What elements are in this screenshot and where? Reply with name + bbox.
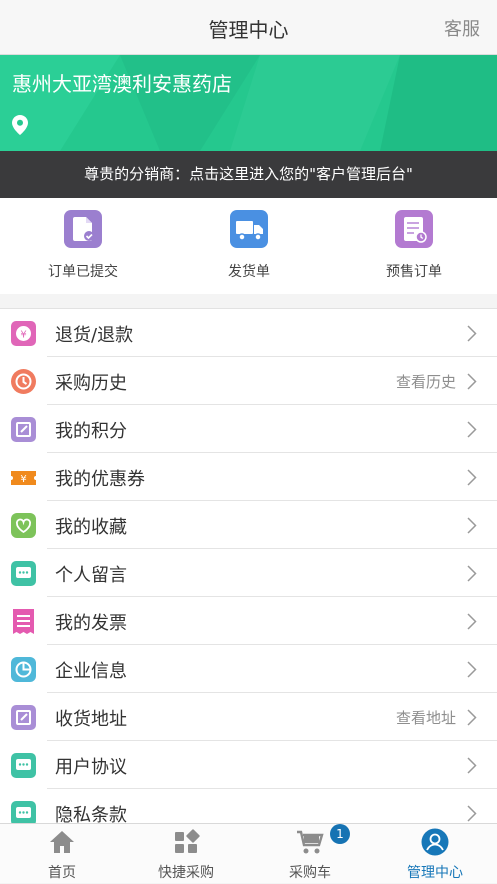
chevron-right-icon [467, 421, 477, 438]
presale-order-label: 预售订单 [386, 264, 442, 280]
menu-item-company-info[interactable]: 企业信息 [0, 645, 497, 693]
tab-label: 首页 [48, 865, 76, 881]
menu-item-coupons[interactable]: ¥ 我的优惠券 [0, 453, 497, 501]
home-icon [50, 831, 74, 853]
location-pin-icon [12, 115, 28, 135]
page-title: 管理中心 [208, 18, 289, 42]
menu-label: 我的发票 [55, 613, 127, 634]
heart-icon [11, 513, 36, 538]
cart-icon [297, 830, 324, 854]
account-menu-list: ¥ 退货/退款 采购历史 查看历史 我的积分 ¥ 我的优惠券 我的收藏 个人留言… [0, 308, 497, 837]
user-circle-icon [421, 828, 449, 856]
delivery-note-label: 发货单 [228, 264, 270, 280]
menu-item-shipping-address[interactable]: 收货地址 查看地址 [0, 693, 497, 741]
menu-item-messages[interactable]: 个人留言 [0, 549, 497, 597]
menu-label: 我的收藏 [55, 517, 127, 538]
chevron-right-icon [467, 325, 477, 342]
pie-chart-icon [11, 657, 36, 682]
menu-label: 收货地址 [55, 709, 127, 730]
message-icon [11, 561, 36, 586]
order-submitted-label: 订单已提交 [48, 264, 118, 280]
chevron-right-icon [467, 613, 477, 630]
menu-label: 退货/退款 [55, 325, 134, 346]
menu-label: 个人留言 [55, 565, 127, 586]
store-name: 惠州大亚湾澳利安惠药店 [12, 72, 232, 96]
svg-text:¥: ¥ [20, 474, 26, 485]
menu-label: 用户协议 [55, 757, 127, 778]
tab-label: 采购车 [289, 865, 331, 881]
address-icon [11, 705, 36, 730]
customer-service-button[interactable]: 客服 [444, 15, 480, 41]
order-quick-actions: 订单已提交 发货单 预售订单 [0, 198, 497, 294]
menu-item-invoices[interactable]: 我的发票 [0, 597, 497, 645]
store-banner: 惠州大亚湾澳利安惠药店 [0, 55, 497, 151]
cart-count-badge: 1 [330, 824, 350, 844]
menu-label: 我的积分 [55, 421, 127, 442]
presale-order-button[interactable]: 预售订单 [331, 198, 497, 294]
tab-label: 管理中心 [407, 865, 463, 881]
history-icon [11, 369, 36, 394]
menu-item-points[interactable]: 我的积分 [0, 405, 497, 453]
menu-label: 我的优惠券 [55, 469, 145, 490]
tab-home[interactable]: 首页 [0, 824, 124, 884]
chevron-right-icon [467, 565, 477, 582]
grid-icon [175, 829, 200, 853]
refund-icon: ¥ [11, 321, 36, 346]
points-icon [11, 417, 36, 442]
invoice-icon [13, 609, 34, 634]
svg-text:¥: ¥ [20, 330, 26, 341]
menu-hint: 查看地址 [395, 709, 456, 727]
chevron-right-icon [467, 469, 477, 486]
menu-label: 采购历史 [55, 373, 127, 394]
tab-label: 快捷采购 [158, 865, 214, 881]
menu-item-purchase-history[interactable]: 采购历史 查看历史 [0, 357, 497, 405]
order-submitted-button[interactable]: 订单已提交 [0, 198, 166, 294]
menu-hint: 查看历史 [395, 373, 456, 391]
chevron-right-icon [467, 517, 477, 534]
menu-item-user-agreement[interactable]: 用户协议 [0, 741, 497, 789]
tab-quick-purchase[interactable]: 快捷采购 [124, 824, 248, 884]
distributor-admin-link[interactable]: 尊贵的分销商：点击这里进入您的"客户管理后台" [0, 151, 497, 198]
top-nav-bar: 管理中心 客服 [0, 0, 497, 55]
tab-management-center[interactable]: 管理中心 [373, 824, 497, 884]
truck-icon [230, 210, 268, 248]
chevron-right-icon [467, 709, 477, 726]
presale-doc-icon [395, 210, 433, 248]
chevron-right-icon [467, 805, 477, 822]
agreement-icon [11, 753, 36, 778]
menu-item-refund[interactable]: ¥ 退货/退款 [0, 309, 497, 357]
coupon-icon: ¥ [11, 471, 36, 485]
bottom-tab-bar: 首页 快捷采购 1 采购车 管理中心 [0, 823, 497, 883]
chevron-right-icon [467, 661, 477, 678]
menu-item-favorites[interactable]: 我的收藏 [0, 501, 497, 549]
menu-label: 企业信息 [55, 661, 127, 682]
tab-cart[interactable]: 1 采购车 [248, 824, 372, 884]
chevron-right-icon [467, 757, 477, 774]
chevron-right-icon [467, 373, 477, 390]
delivery-note-button[interactable]: 发货单 [166, 198, 332, 294]
document-check-icon [64, 210, 102, 248]
